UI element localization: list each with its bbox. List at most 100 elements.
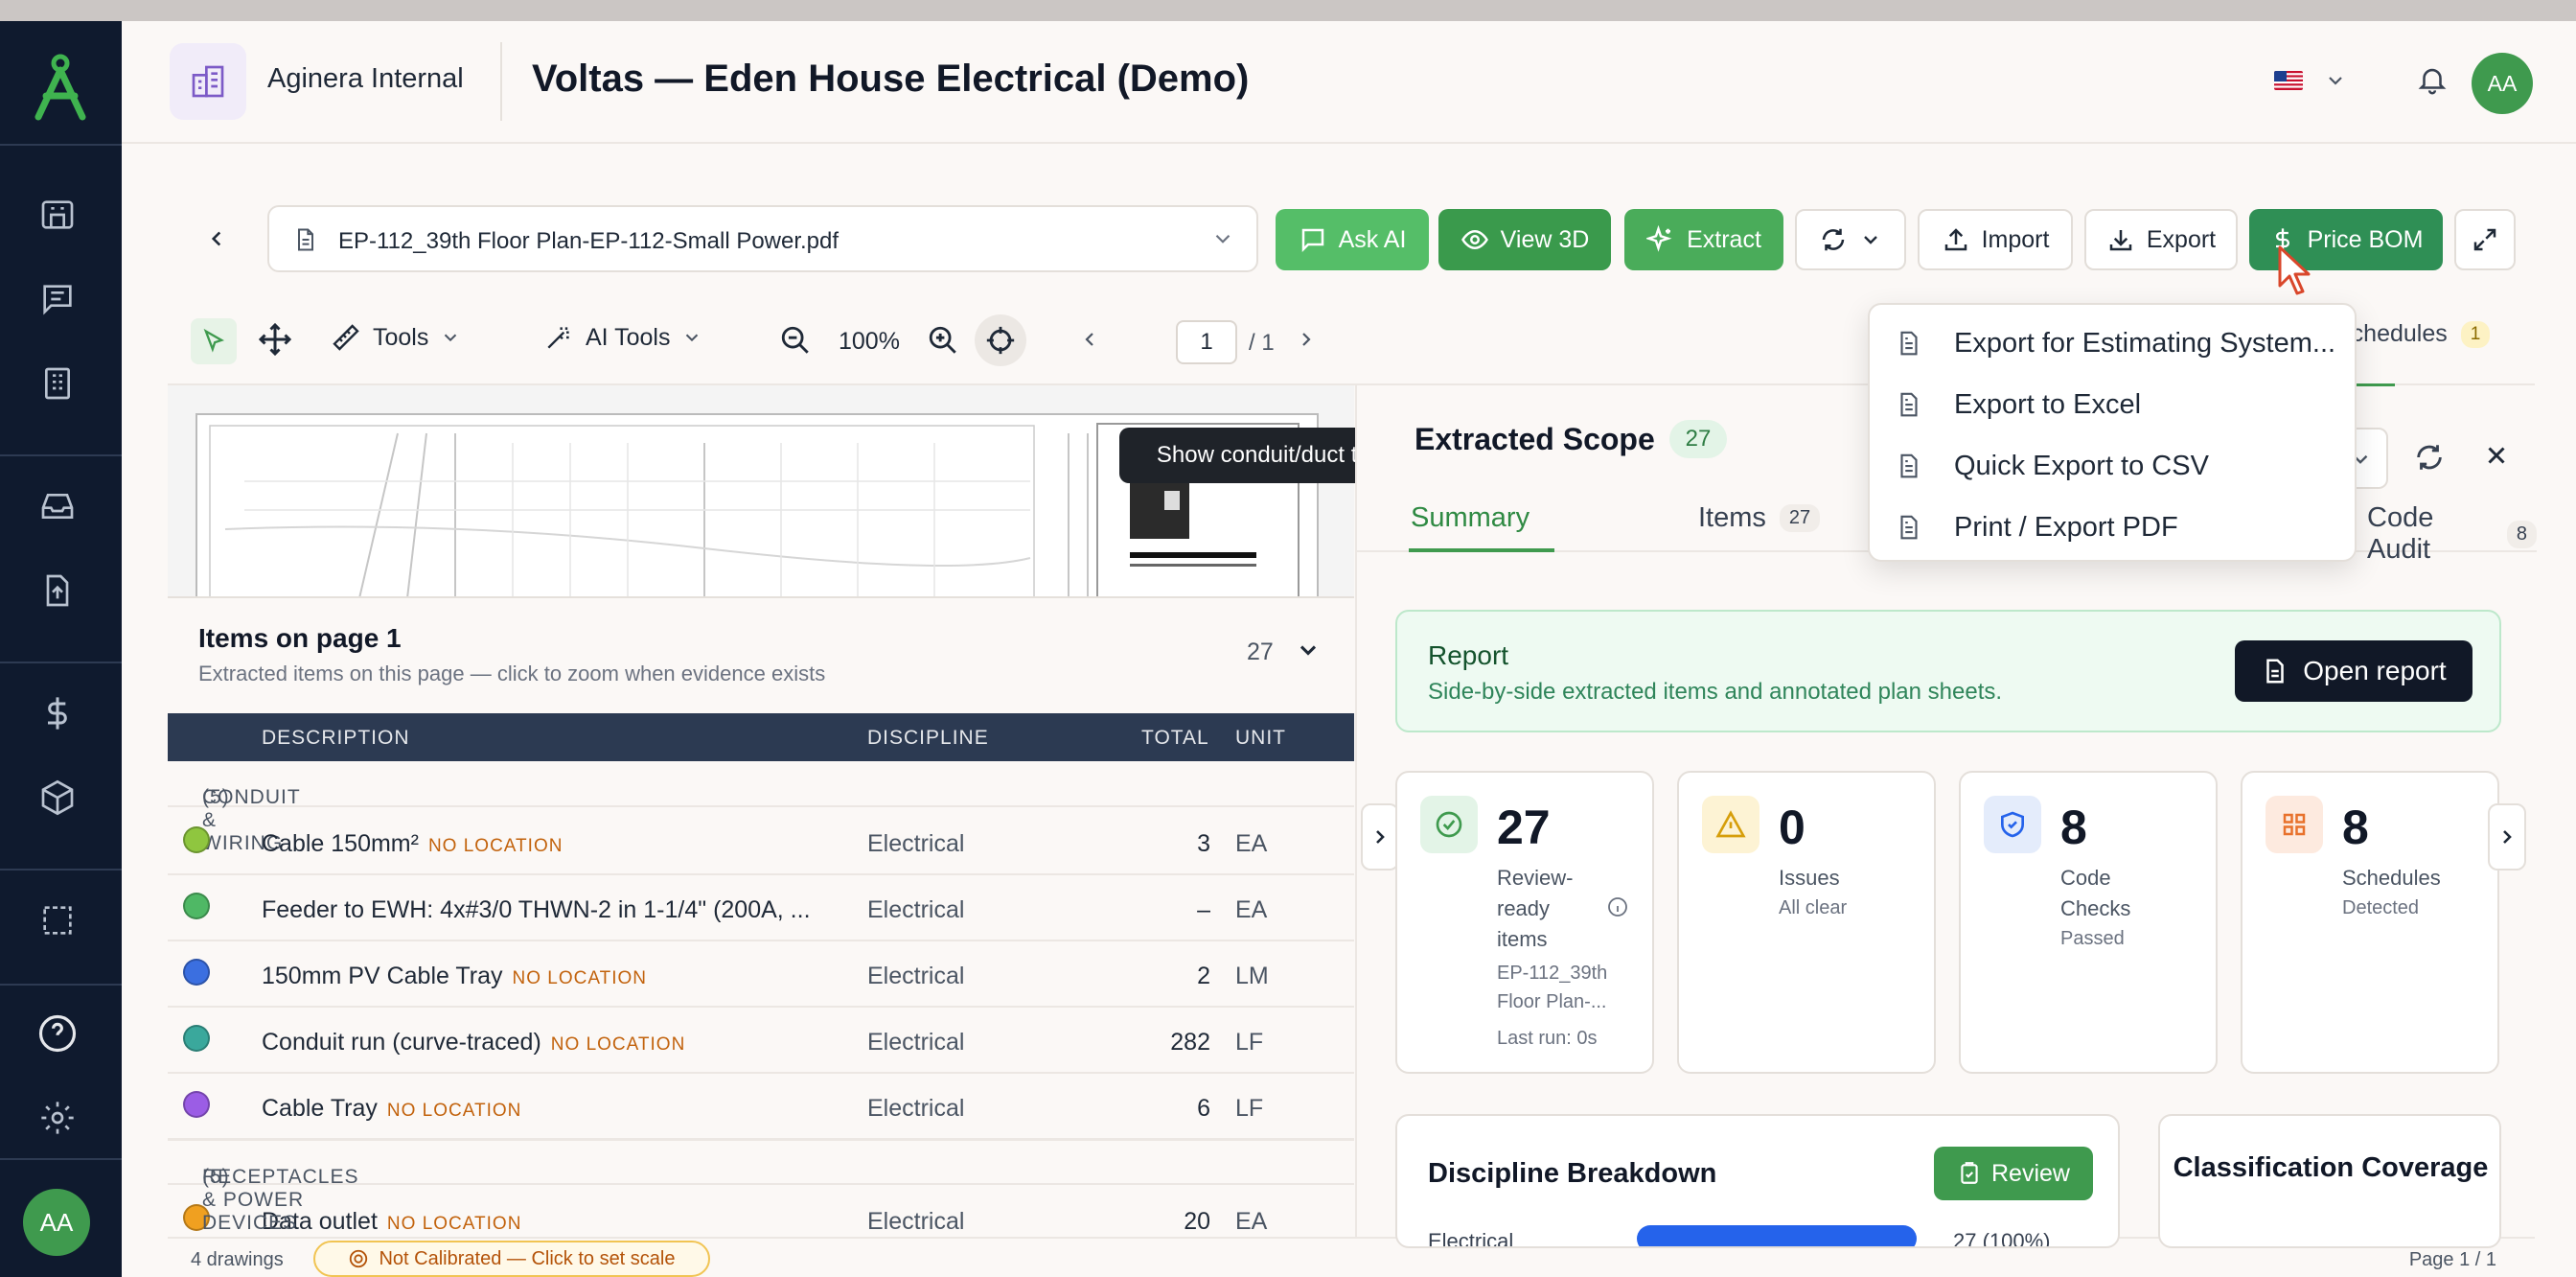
item-color-swatch[interactable]: [183, 1091, 210, 1118]
extract-button[interactable]: Extract: [1624, 209, 1783, 270]
table-row[interactable]: Cable 150mm² NO LOCATION Electrical 3 EA: [168, 809, 1354, 875]
fullscreen-button[interactable]: [2454, 209, 2516, 270]
calibration-badge[interactable]: Not Calibrated — Click to set scale: [313, 1241, 710, 1277]
close-icon[interactable]: [2482, 441, 2511, 470]
tab-count: 27: [1779, 504, 1821, 532]
card-code-checks[interactable]: 8 Code Checks Passed: [1959, 771, 2218, 1074]
view-3d-button[interactable]: View 3D: [1438, 209, 1611, 270]
messages-icon[interactable]: [36, 278, 79, 320]
sync-dropdown-button[interactable]: [1795, 209, 1906, 270]
file-text-icon: [1895, 390, 1923, 419]
file-text-icon: [1895, 513, 1923, 542]
cards-prev-button[interactable]: [1361, 803, 1399, 871]
refresh-icon[interactable]: [2413, 441, 2446, 474]
tools-dropdown[interactable]: Tools: [331, 322, 461, 353]
organization-building-icon[interactable]: [170, 43, 246, 120]
table-row[interactable]: Feeder to EWH: 4x#3/0 THWN-2 in 1-1/4" (…: [168, 875, 1354, 941]
item-color-swatch[interactable]: [183, 959, 210, 986]
zoom-in-icon[interactable]: [927, 324, 959, 357]
crosshair-traces-icon[interactable]: [975, 314, 1026, 366]
table-row[interactable]: 150mm PV Cable Tray NO LOCATION Electrical…: [168, 941, 1354, 1008]
item-unit: EA: [1235, 1208, 1268, 1235]
table-row[interactable]: Conduit run (curve-traced) NO LOCATION Ele…: [168, 1008, 1354, 1074]
col-description[interactable]: DESCRIPTION: [262, 727, 410, 750]
ai-tools-dropdown[interactable]: AI Tools: [543, 322, 702, 353]
group-header-receptacles[interactable]: RECEPTACLES & POWER DEVICES (5): [168, 1139, 1354, 1234]
projects-icon[interactable]: [36, 194, 79, 236]
tab-code-audit[interactable]: Code Audit 8: [2367, 502, 2537, 566]
no-location-badge: NO LOCATION: [550, 1034, 686, 1055]
pricing-dollar-icon[interactable]: [36, 692, 79, 734]
export-csv-item[interactable]: Quick Export to CSV: [1870, 435, 2355, 497]
calibration-label: Not Calibrated — Click to set scale: [379, 1247, 676, 1269]
drawing-viewer[interactable]: [168, 385, 1354, 598]
group-header-conduit-wiring[interactable]: CONDUIT & WIRING (5): [168, 761, 1354, 854]
tab-items[interactable]: Items 27: [1698, 502, 1821, 534]
export-button[interactable]: Export: [2084, 209, 2238, 270]
cards-next-button[interactable]: [2488, 803, 2526, 871]
floor-plan-drawing: [168, 385, 1354, 596]
card-number: 8: [2060, 801, 2087, 854]
package-cube-icon[interactable]: [36, 777, 79, 819]
settings-gear-icon[interactable]: [36, 1097, 79, 1139]
table-row[interactable]: Cable Tray NO LOCATION Electrical 6 LF: [168, 1074, 1354, 1140]
ai-tools-label: AI Tools: [586, 323, 671, 351]
next-page-chevron-icon[interactable]: [1295, 328, 1318, 351]
selection-icon[interactable]: [36, 899, 79, 941]
prev-page-chevron-icon[interactable]: [1078, 328, 1101, 351]
document-icon: [2261, 657, 2289, 685]
export-estimating-item[interactable]: Export for Estimating System...: [1870, 313, 2355, 374]
item-color-swatch[interactable]: [183, 826, 210, 853]
tools-label: Tools: [373, 323, 429, 351]
item-total: 3: [1197, 830, 1210, 857]
card-schedules[interactable]: 8 Schedules Detected: [2241, 771, 2499, 1074]
col-total[interactable]: TOTAL: [1141, 727, 1209, 750]
upload-file-icon[interactable]: [36, 569, 79, 612]
review-button[interactable]: Review: [1934, 1147, 2093, 1200]
back-chevron-icon[interactable]: [204, 226, 229, 251]
import-button[interactable]: Import: [1918, 209, 2073, 270]
item-color-swatch[interactable]: [183, 1025, 210, 1052]
item-description-text: Cable 150mm²: [262, 830, 419, 857]
menu-label: Print / Export PDF: [1954, 511, 2178, 543]
drawing-file-select[interactable]: EP-112_39th Floor Plan-EP-112-Small Powe…: [267, 205, 1258, 272]
sidebar-divider: [0, 984, 122, 986]
zoom-out-icon[interactable]: [779, 324, 812, 357]
card-label: Issues: [1779, 866, 1840, 890]
ask-ai-button[interactable]: Ask AI: [1276, 209, 1429, 270]
items-panel-title: Items on page 1: [198, 623, 402, 653]
language-chevron-down-icon[interactable]: [2324, 69, 2347, 92]
app-logo-icon[interactable]: [29, 52, 92, 121]
info-icon[interactable]: [1606, 895, 1629, 918]
page-number-input[interactable]: 1: [1176, 320, 1237, 364]
help-icon[interactable]: [36, 1012, 79, 1055]
classification-coverage-title: Classification Coverage: [2173, 1152, 2489, 1183]
sidebar-user-avatar[interactable]: AA: [23, 1189, 90, 1256]
organization-name[interactable]: Aginera Internal: [267, 63, 464, 95]
export-pdf-item[interactable]: Print / Export PDF: [1870, 497, 2355, 558]
item-color-swatch[interactable]: [183, 893, 210, 919]
header-user-avatar[interactable]: AA: [2472, 53, 2533, 114]
select-pointer-icon[interactable]: [191, 318, 237, 364]
item-discipline: Electrical: [867, 963, 965, 989]
item-total: 2: [1197, 963, 1210, 989]
expand-icon: [2471, 225, 2499, 254]
notifications-bell-icon[interactable]: [2416, 63, 2449, 96]
tab-label: Code Audit: [2367, 502, 2434, 565]
item-description-text: Feeder to EWH: 4x#3/0 THWN-2 in 1-1/4" (…: [262, 896, 811, 923]
magic-wand-icon: [543, 322, 574, 353]
card-issues[interactable]: 0 Issues All clear: [1677, 771, 1936, 1074]
us-flag-icon[interactable]: [2274, 71, 2303, 90]
item-unit: LF: [1235, 1029, 1264, 1056]
export-excel-item[interactable]: Export to Excel: [1870, 374, 2355, 435]
collapse-chevron-down-icon[interactable]: [1295, 637, 1322, 663]
pan-move-icon[interactable]: [258, 322, 292, 357]
buildings-icon[interactable]: [36, 362, 79, 405]
col-discipline[interactable]: DISCIPLINE: [867, 727, 989, 750]
open-report-button[interactable]: Open report: [2235, 640, 2472, 702]
tab-summary[interactable]: Summary: [1411, 502, 1530, 534]
col-unit[interactable]: UNIT: [1235, 727, 1286, 750]
inbox-icon[interactable]: [36, 485, 79, 527]
item-description: 150mm PV Cable Tray NO LOCATION: [262, 963, 647, 990]
card-review-ready[interactable]: 27 Review-ready items EP-112_39th Floor …: [1395, 771, 1654, 1074]
